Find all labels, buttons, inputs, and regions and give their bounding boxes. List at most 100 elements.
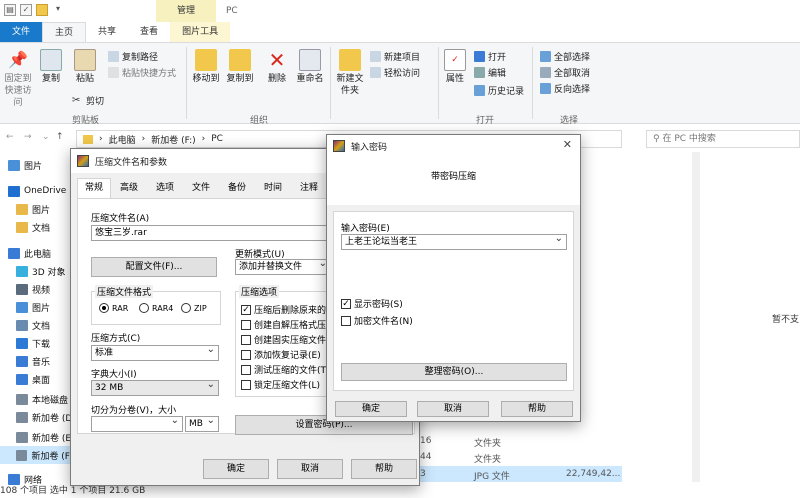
sidebar-item[interactable]: OneDrive — [0, 182, 66, 200]
history-button[interactable]: 历史记录 — [474, 83, 524, 97]
tab-comment[interactable]: 注释 — [293, 179, 325, 197]
archive-ok-button[interactable]: 确定 — [203, 459, 269, 479]
archive-option-checkbox[interactable]: 锁定压缩文件(L) — [241, 378, 320, 391]
sidebar-item-label: 图片 — [32, 205, 51, 216]
profiles-button[interactable]: 配置文件(F)... — [91, 257, 217, 277]
archive-option-label: 添加恢复记录(E) — [254, 351, 321, 361]
sidebar-item[interactable]: 音乐 — [0, 352, 50, 370]
sidebar-item[interactable]: 文档 — [0, 316, 50, 334]
encrypt-filenames-checkbox[interactable]: 加密文件名(N) — [341, 314, 413, 327]
split-volume-input[interactable] — [91, 414, 183, 432]
breadcrumb-drive[interactable]: 新加卷 (F:) — [151, 133, 195, 146]
copy-path-label: 复制路径 — [122, 52, 159, 63]
paste-shortcut-button[interactable]: 粘贴快捷方式 — [108, 65, 176, 79]
sidebar-item[interactable]: 文档 — [0, 218, 50, 236]
password-ok-button[interactable]: 确定 — [335, 401, 407, 417]
properties-icon[interactable]: ▤ — [4, 4, 16, 16]
dict-size-select[interactable]: 32 MB — [91, 378, 219, 396]
archive-cancel-button[interactable]: 取消 — [277, 459, 343, 479]
copy-path-button[interactable]: 复制路径 — [108, 49, 158, 63]
move-to-button[interactable]: 移动到 — [190, 49, 222, 85]
recent-dropdown-icon[interactable]: ⌄ — [42, 132, 50, 142]
cut-button[interactable]: ✂ 剪切 — [72, 93, 104, 107]
tab-options[interactable]: 选项 — [149, 179, 181, 197]
split-unit-select[interactable]: MB — [185, 414, 219, 432]
archive-option-checkbox[interactable]: 添加恢复记录(E) — [241, 348, 321, 361]
sidebar-item[interactable]: 3D 对象 — [0, 262, 66, 280]
copy-button[interactable]: 复制 — [38, 49, 64, 85]
format-zip-radio[interactable]: ZIP — [181, 303, 207, 313]
pin-quick-access-button[interactable]: 📌 固定到快速访问 — [0, 49, 36, 109]
delete-button[interactable]: ✕ 删除 — [264, 49, 290, 85]
tab-home[interactable]: 主页 — [42, 22, 87, 42]
navigation-pane: 图片 OneDrive 图片 文档 此电脑 3D 对象 视频 图片 文档 下载 音乐 桌面 本地磁盘 新加… — [0, 152, 72, 486]
sidebar-item[interactable]: 本地磁盘 — [0, 390, 68, 408]
sidebar-item[interactable]: 新加卷 (E — [0, 428, 71, 446]
archive-option-checkbox[interactable]: 创建固实压缩文件 — [241, 333, 326, 346]
tab-file[interactable]: 文件 — [0, 22, 43, 42]
sidebar-item[interactable]: 图片 — [0, 200, 50, 218]
properties-button[interactable]: ✓ 属性 — [442, 49, 468, 85]
tab-advanced[interactable]: 高级 — [113, 179, 145, 197]
forward-arrow-icon[interactable]: → — [24, 132, 32, 142]
update-mode-select[interactable]: 添加并替换文件 — [235, 257, 331, 275]
breadcrumb-pc[interactable]: PC — [211, 134, 223, 144]
format-rar-radio[interactable]: RAR — [99, 303, 128, 313]
paste-shortcut-label: 粘贴快捷方式 — [122, 68, 177, 79]
folder-icon[interactable] — [36, 4, 48, 16]
paste-button[interactable]: 粘贴 — [72, 49, 98, 85]
copy-to-button[interactable]: 复制到 — [224, 49, 256, 85]
back-arrow-icon[interactable]: ← — [6, 132, 14, 142]
sidebar-item[interactable]: 新加卷 (F — [0, 446, 70, 464]
sidebar-folder-icon — [16, 221, 28, 233]
archive-option-checkbox[interactable]: 创建自解压格式压 — [241, 318, 326, 331]
organize-passwords-button[interactable]: 整理密码(O)... — [341, 363, 567, 381]
select-none-button[interactable]: 全部取消 — [540, 65, 590, 79]
tab-picture-tools[interactable]: 图片工具 — [170, 22, 231, 42]
rename-button[interactable]: 重命名 — [294, 49, 326, 85]
close-icon[interactable]: ✕ — [563, 138, 572, 151]
tab-share[interactable]: 共享 — [86, 22, 128, 42]
manage-context-tab[interactable]: 管理 — [156, 0, 216, 22]
sidebar-item[interactable]: 下载 — [0, 334, 50, 352]
archive-help-button[interactable]: 帮助 — [351, 459, 417, 479]
invert-selection-button[interactable]: 反向选择 — [540, 81, 590, 95]
sidebar-item[interactable]: 视频 — [0, 280, 50, 298]
sidebar-item[interactable]: 图片 — [0, 298, 50, 316]
dropdown-icon[interactable]: ▾ — [52, 4, 64, 16]
sidebar-folder-icon — [16, 393, 28, 405]
open-button[interactable]: 打开 — [474, 49, 506, 63]
format-rar4-radio[interactable]: RAR4 — [139, 303, 173, 313]
breadcrumb-this-pc[interactable]: 此电脑 — [109, 133, 136, 146]
list-scrollbar[interactable] — [692, 152, 700, 482]
sidebar-item[interactable]: 桌面 — [0, 370, 50, 388]
easy-access-button[interactable]: 轻松访问 — [370, 65, 420, 79]
sidebar-item[interactable]: 此电脑 — [0, 244, 51, 262]
new-folder-button[interactable]: 新建文件夹 — [334, 49, 366, 97]
password-input[interactable]: 上老王论坛当老王 — [341, 232, 567, 250]
sidebar-item[interactable]: 图片 — [0, 156, 42, 174]
sidebar-item[interactable]: 新加卷 (D — [0, 408, 72, 426]
checkbox-checked-icon: ✓ — [241, 304, 251, 315]
archive-name-input[interactable]: 悠宝三岁.rar — [91, 225, 331, 241]
tab-general[interactable]: 常规 — [77, 178, 112, 198]
checkbox-icon — [341, 315, 351, 326]
archive-option-checkbox[interactable]: 测试压缩的文件(T — [241, 363, 326, 376]
archive-option-label: 测试压缩的文件(T — [254, 366, 327, 376]
tab-view[interactable]: 查看 — [128, 22, 170, 42]
search-box[interactable]: ⚲ 在 PC 中搜索 — [646, 130, 800, 148]
password-cancel-button[interactable]: 取消 — [417, 401, 489, 417]
up-arrow-icon[interactable]: ↑ — [56, 132, 64, 142]
select-all-button[interactable]: 全部选择 — [540, 49, 590, 63]
password-help-button[interactable]: 帮助 — [501, 401, 573, 417]
archive-option-label: 创建自解压格式压 — [254, 321, 327, 331]
edit-button[interactable]: 编辑 — [474, 65, 506, 79]
new-item-button[interactable]: 新建项目 — [370, 49, 420, 63]
archive-option-checkbox[interactable]: ✓ 压缩后删除原来的 — [241, 303, 326, 316]
checkmark-icon[interactable]: ✓ — [20, 4, 32, 16]
show-password-checkbox[interactable]: ✓ 显示密码(S) — [341, 297, 403, 310]
tab-time[interactable]: 时间 — [257, 179, 289, 197]
tab-backup[interactable]: 备份 — [221, 179, 253, 197]
tab-files[interactable]: 文件 — [185, 179, 217, 197]
method-select[interactable]: 标准 — [91, 343, 219, 361]
